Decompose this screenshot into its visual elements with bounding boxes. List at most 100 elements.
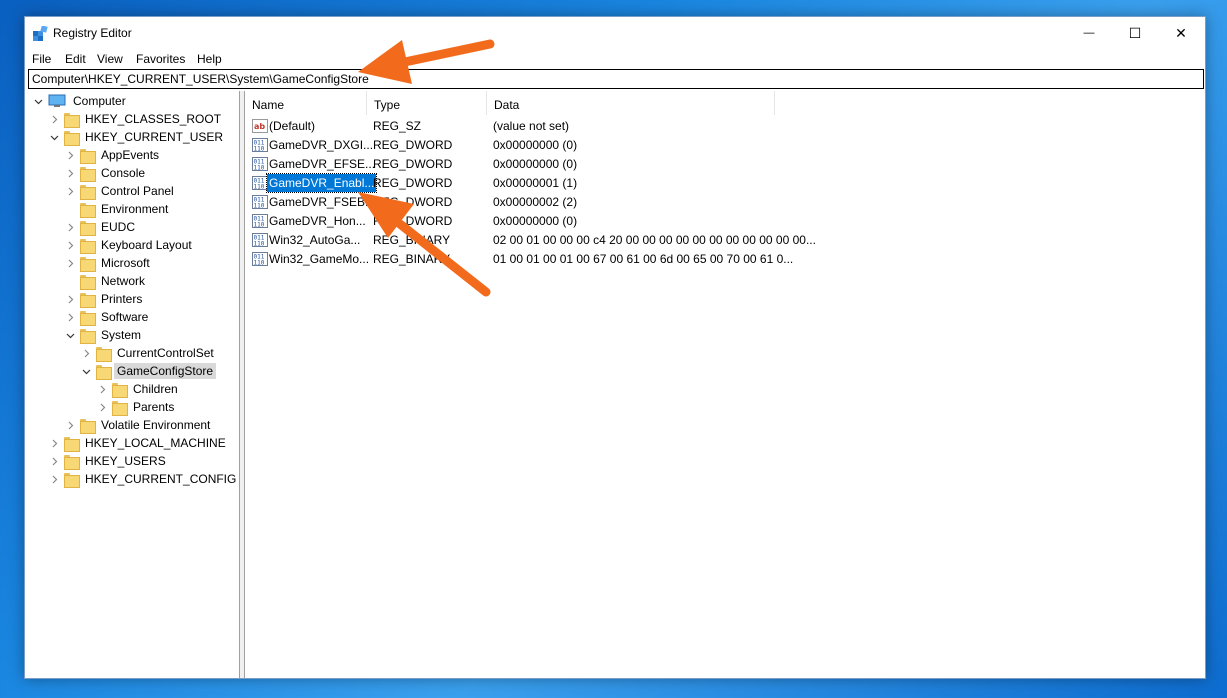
- tree-node-label[interactable]: HKEY_USERS: [82, 453, 169, 469]
- tree-node-label[interactable]: Printers: [98, 291, 145, 307]
- value-row[interactable]: 011 110 GameDVR_Enabl... REG_DWORD 0x0000000…: [245, 173, 1205, 193]
- tree-node-label[interactable]: Software: [98, 309, 151, 325]
- chevron-right-icon[interactable]: [64, 290, 76, 308]
- chevron-down-icon[interactable]: [32, 92, 44, 110]
- menu-favorites[interactable]: Favorites: [136, 52, 185, 66]
- chevron-right-icon[interactable]: [64, 164, 76, 182]
- value-name[interactable]: GameDVR_DXGI...: [267, 136, 375, 154]
- tree-node-label[interactable]: Control Panel: [98, 183, 177, 199]
- column-header-data[interactable]: Data: [487, 91, 775, 115]
- value-name[interactable]: Win32_AutoGa...: [267, 231, 362, 249]
- tree-node[interactable]: HKEY_CURRENT_CONFIG: [48, 470, 239, 488]
- binary-value-icon: 011 110: [252, 156, 268, 172]
- tree-node[interactable]: Console: [64, 164, 148, 182]
- chevron-right-icon[interactable]: [48, 470, 60, 488]
- menu-edit[interactable]: Edit: [65, 52, 86, 66]
- tree-node-label[interactable]: System: [98, 327, 144, 343]
- value-name[interactable]: Win32_GameMo...: [267, 250, 371, 268]
- values-list-pane[interactable]: Name Type Data ab (Default) REG_SZ (value n…: [245, 91, 1205, 678]
- chevron-down-icon[interactable]: [48, 128, 60, 146]
- chevron-right-icon[interactable]: [48, 110, 60, 128]
- tree-node[interactable]: Keyboard Layout: [64, 236, 195, 254]
- tree-node-label[interactable]: HKEY_CURRENT_CONFIG: [82, 471, 239, 487]
- chevron-right-icon[interactable]: [64, 416, 76, 434]
- tree-node[interactable]: Printers: [64, 290, 145, 308]
- tree-node-label[interactable]: Parents: [130, 399, 177, 415]
- binary-value-icon: 011 110: [252, 175, 268, 191]
- value-row[interactable]: 011 110 Win32_AutoGa... REG_BINARY 02 00 01 …: [245, 231, 1205, 250]
- tree-node[interactable]: Software: [64, 308, 151, 326]
- tree-node[interactable]: HKEY_CURRENT_USER: [48, 128, 226, 146]
- tree-node-label[interactable]: Network: [98, 273, 148, 289]
- tree-node-label[interactable]: EUDC: [98, 219, 138, 235]
- tree-node[interactable]: Control Panel: [64, 182, 177, 200]
- value-name[interactable]: GameDVR_FSEB...: [267, 193, 377, 211]
- value-type: REG_DWORD: [373, 195, 453, 209]
- tree-node[interactable]: HKEY_USERS: [48, 452, 169, 470]
- menu-help[interactable]: Help: [197, 52, 222, 66]
- tree-node-label[interactable]: Microsoft: [98, 255, 153, 271]
- chevron-right-icon[interactable]: [96, 380, 108, 398]
- tree-node[interactable]: GameConfigStore: [80, 362, 217, 380]
- chevron-right-icon[interactable]: [64, 182, 76, 200]
- tree-node-label[interactable]: Console: [98, 165, 148, 181]
- tree-node[interactable]: HKEY_LOCAL_MACHINE: [48, 434, 229, 452]
- chevron-right-icon[interactable]: [64, 218, 76, 236]
- chevron-right-icon[interactable]: [96, 398, 108, 416]
- menu-view[interactable]: View: [97, 52, 123, 66]
- tree-node-label[interactable]: HKEY_LOCAL_MACHINE: [82, 435, 229, 451]
- key-tree-pane[interactable]: Computer HKEY_CLASSES_ROOT HKEY_CURRENT_US…: [26, 91, 240, 678]
- value-row[interactable]: ab (Default) REG_SZ (value not set): [245, 117, 1205, 136]
- value-name[interactable]: GameDVR_EFSE...: [267, 155, 377, 173]
- tree-node-label[interactable]: Environment: [98, 201, 171, 217]
- tree-node[interactable]: EUDC: [64, 218, 138, 236]
- tree-node-label[interactable]: GameConfigStore: [114, 363, 217, 379]
- tree-node-label[interactable]: HKEY_CLASSES_ROOT: [82, 111, 224, 127]
- value-name[interactable]: GameDVR_Enabl...: [265, 173, 378, 193]
- value-row[interactable]: 011 110 GameDVR_FSEB... REG_DWORD 0x00000002…: [245, 193, 1205, 212]
- title-bar[interactable]: Registry Editor — ☐ ✕: [25, 17, 1205, 49]
- value-row[interactable]: 011 110 GameDVR_DXGI... REG_DWORD 0x00000000…: [245, 136, 1205, 155]
- maximize-button[interactable]: ☐: [1112, 17, 1158, 49]
- tree-node-label[interactable]: AppEvents: [98, 147, 162, 163]
- chevron-right-icon[interactable]: [64, 254, 76, 272]
- chevron-right-icon[interactable]: [64, 146, 76, 164]
- value-row[interactable]: 011 110 GameDVR_Hon... REG_DWORD 0x00000000 …: [245, 212, 1205, 231]
- chevron-right-icon[interactable]: [48, 452, 60, 470]
- tree-node[interactable]: Microsoft: [64, 254, 153, 272]
- tree-node[interactable]: Network: [64, 272, 148, 290]
- value-row[interactable]: 011 110 Win32_GameMo... REG_BINARY 01 00 01 …: [245, 250, 1205, 269]
- tree-node-label[interactable]: Volatile Environment: [98, 417, 213, 433]
- tree-node-label[interactable]: Children: [130, 381, 181, 397]
- address-bar[interactable]: Computer\HKEY_CURRENT_USER\System\GameCo…: [28, 69, 1204, 89]
- folder-icon: [96, 346, 112, 362]
- chevron-right-icon[interactable]: [80, 344, 92, 362]
- tree-node-label[interactable]: Computer: [70, 93, 129, 109]
- tree-node-label[interactable]: CurrentControlSet: [114, 345, 217, 361]
- tree-node-label[interactable]: HKEY_CURRENT_USER: [82, 129, 226, 145]
- chevron-down-icon[interactable]: [64, 326, 76, 344]
- tree-node[interactable]: Parents: [96, 398, 177, 416]
- tree-node[interactable]: CurrentControlSet: [80, 344, 217, 362]
- tree-node[interactable]: Environment: [64, 200, 171, 218]
- chevron-right-icon[interactable]: [48, 434, 60, 452]
- chevron-right-icon[interactable]: [64, 308, 76, 326]
- chevron-right-icon[interactable]: [64, 236, 76, 254]
- tree-node[interactable]: System: [64, 326, 144, 344]
- menu-file[interactable]: File: [32, 52, 51, 66]
- tree-node[interactable]: Computer: [32, 92, 129, 110]
- value-row[interactable]: 011 110 GameDVR_EFSE... REG_DWORD 0x00000000…: [245, 155, 1205, 174]
- minimize-button[interactable]: —: [1066, 17, 1112, 49]
- tree-node[interactable]: AppEvents: [64, 146, 162, 164]
- tree-node-label[interactable]: Keyboard Layout: [98, 237, 195, 253]
- tree-node[interactable]: Volatile Environment: [64, 416, 213, 434]
- tree-node[interactable]: HKEY_CLASSES_ROOT: [48, 110, 224, 128]
- value-name[interactable]: GameDVR_Hon...: [267, 212, 368, 230]
- close-button[interactable]: ✕: [1158, 17, 1204, 49]
- column-header-name[interactable]: Name: [245, 91, 367, 115]
- value-name[interactable]: (Default): [267, 117, 317, 135]
- tree-node[interactable]: Children: [96, 380, 181, 398]
- chevron-down-icon[interactable]: [80, 362, 92, 380]
- column-header-type[interactable]: Type: [367, 91, 487, 115]
